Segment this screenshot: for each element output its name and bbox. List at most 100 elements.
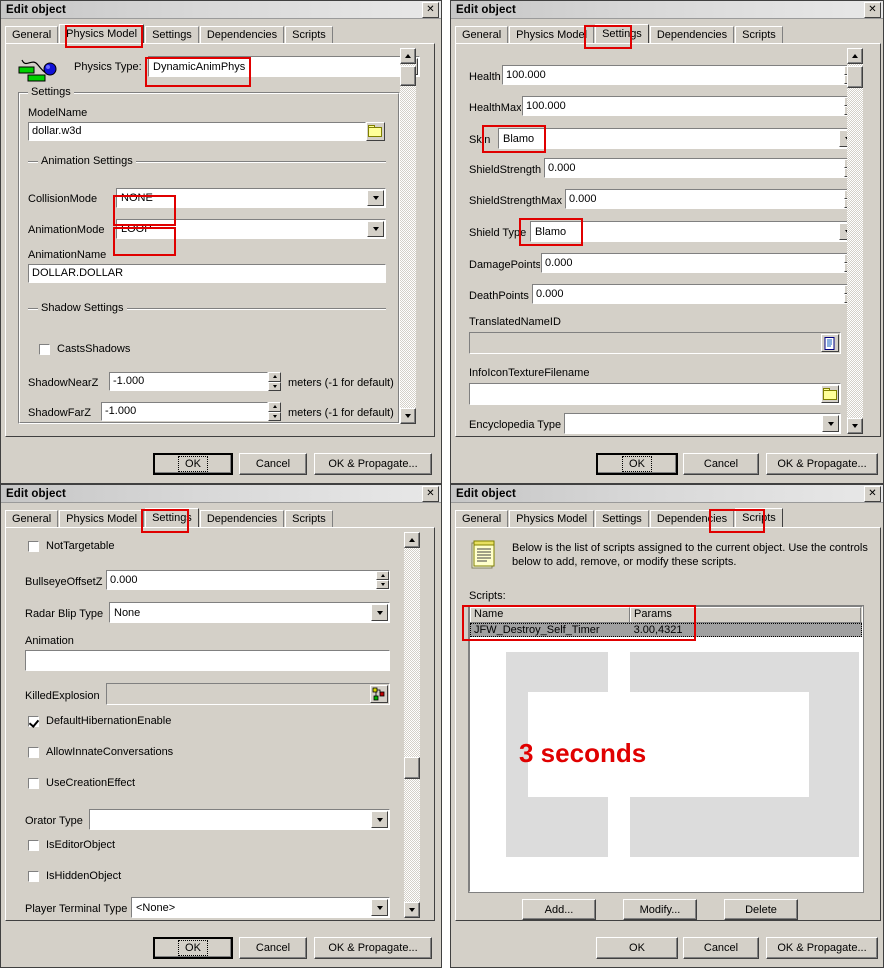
bullseye-spinner[interactable] bbox=[376, 571, 389, 589]
spinner-down[interactable] bbox=[376, 580, 389, 589]
defaulthibernation-checkbox[interactable]: DefaultHibernationEnable bbox=[27, 714, 171, 728]
table-row[interactable]: JFW_Destroy_Self_Timer 3.00,4321 bbox=[470, 623, 862, 637]
translatednameid-picker-button[interactable] bbox=[821, 334, 839, 352]
ok-propagate-button[interactable]: OK & Propagate... bbox=[314, 453, 432, 475]
scroll-down-button[interactable] bbox=[400, 408, 416, 424]
scrollbar-thumb[interactable] bbox=[404, 757, 420, 779]
scroll-down-button[interactable] bbox=[404, 902, 420, 918]
cancel-button[interactable]: Cancel bbox=[239, 937, 307, 959]
chevron-down-icon[interactable] bbox=[367, 190, 384, 206]
content-scrollbar[interactable] bbox=[404, 532, 420, 918]
ok-button[interactable]: OK bbox=[596, 937, 678, 959]
ok-button[interactable]: OK bbox=[596, 453, 678, 475]
animationmode-combo[interactable]: LOOP bbox=[116, 219, 386, 239]
healthmax-input[interactable]: 100.000 bbox=[521, 95, 859, 117]
animationname-input[interactable]: DOLLAR.DOLLAR bbox=[27, 263, 387, 284]
killedexplosion-input[interactable] bbox=[105, 682, 391, 706]
tab-dependencies[interactable]: Dependencies bbox=[199, 510, 285, 527]
bullseye-input[interactable]: 0.000 bbox=[105, 569, 391, 591]
modelname-browse-button[interactable] bbox=[366, 122, 385, 141]
tab-general[interactable]: General bbox=[455, 510, 509, 527]
shadowfarz-spinner[interactable] bbox=[268, 402, 281, 421]
orator-combo[interactable] bbox=[89, 809, 390, 830]
ok-propagate-button[interactable]: OK & Propagate... bbox=[766, 453, 878, 475]
cancel-button[interactable]: Cancel bbox=[239, 453, 307, 475]
scroll-up-button[interactable] bbox=[400, 48, 416, 64]
shadownearz-spinner[interactable] bbox=[268, 372, 281, 391]
tab-dependencies[interactable]: Dependencies bbox=[199, 26, 285, 43]
spinner-up[interactable] bbox=[268, 402, 281, 412]
close-icon[interactable]: ✕ bbox=[422, 1, 439, 18]
tab-settings[interactable]: Settings bbox=[145, 26, 199, 43]
tab-physics-model[interactable]: Physics Model bbox=[509, 510, 595, 527]
physics-type-combo[interactable]: DynamicAnimPhys bbox=[148, 56, 420, 77]
tab-physics-model[interactable]: Physics Model bbox=[509, 26, 595, 43]
shieldtype-combo[interactable]: Blamo bbox=[530, 221, 858, 242]
animation-input[interactable] bbox=[24, 649, 391, 672]
modify-button[interactable]: Modify... bbox=[623, 899, 697, 920]
close-icon[interactable]: ✕ bbox=[864, 1, 881, 18]
tab-dependencies[interactable]: Dependencies bbox=[649, 26, 735, 43]
shieldstrengthmax-input[interactable]: 0.000 bbox=[564, 188, 859, 210]
playerterminal-combo[interactable]: <None> bbox=[131, 897, 390, 918]
deathpoints-input[interactable]: 0.000 bbox=[531, 283, 859, 305]
iseditorobject-checkbox[interactable]: IsEditorObject bbox=[27, 838, 115, 852]
scrollbar-thumb[interactable] bbox=[847, 66, 863, 88]
allowinnateconversations-checkbox[interactable]: AllowInnateConversations bbox=[27, 745, 173, 759]
column-header-params[interactable]: Params bbox=[630, 607, 861, 622]
content-scrollbar[interactable] bbox=[400, 48, 416, 424]
tab-scripts[interactable]: Scripts bbox=[285, 510, 333, 527]
usecreationeffect-checkbox[interactable]: UseCreationEffect bbox=[27, 776, 135, 790]
cancel-button[interactable]: Cancel bbox=[683, 453, 759, 475]
spinner-up[interactable] bbox=[268, 372, 281, 382]
spinner-down[interactable] bbox=[268, 381, 281, 391]
modelname-input[interactable]: dollar.w3d bbox=[27, 121, 367, 142]
tab-general[interactable]: General bbox=[455, 26, 509, 43]
chevron-down-icon[interactable] bbox=[367, 221, 384, 237]
spinner-up[interactable] bbox=[376, 571, 389, 580]
close-icon[interactable]: ✕ bbox=[864, 485, 881, 502]
column-header-name[interactable]: Name bbox=[470, 607, 630, 622]
health-input[interactable]: 100.000 bbox=[501, 64, 859, 86]
radarblip-combo[interactable]: None bbox=[109, 602, 390, 623]
tab-general[interactable]: General bbox=[5, 510, 59, 527]
shieldstrength-input[interactable]: 0.000 bbox=[543, 157, 859, 179]
delete-button[interactable]: Delete bbox=[724, 899, 798, 920]
scroll-up-button[interactable] bbox=[847, 48, 863, 64]
scrollbar-thumb[interactable] bbox=[400, 66, 416, 86]
tab-settings[interactable]: Settings bbox=[145, 508, 199, 527]
tab-physics-model[interactable]: Physics Model bbox=[59, 24, 145, 43]
tab-general[interactable]: General bbox=[5, 26, 59, 43]
killedexplosion-picker-button[interactable] bbox=[370, 685, 388, 703]
chevron-down-icon[interactable] bbox=[822, 415, 839, 432]
shadownearz-input[interactable]: -1.000 bbox=[108, 371, 269, 392]
chevron-down-icon[interactable] bbox=[371, 811, 388, 828]
chevron-down-icon[interactable] bbox=[371, 604, 388, 621]
tab-settings[interactable]: Settings bbox=[595, 24, 649, 43]
tab-scripts[interactable]: Scripts bbox=[735, 26, 783, 43]
translatednameid-input[interactable] bbox=[468, 331, 842, 355]
tab-settings[interactable]: Settings bbox=[595, 510, 649, 527]
tab-dependencies[interactable]: Dependencies bbox=[649, 510, 735, 527]
shadowfarz-input[interactable]: -1.000 bbox=[100, 401, 269, 422]
damagepoints-input[interactable]: 0.000 bbox=[540, 252, 859, 274]
add-button[interactable]: Add... bbox=[522, 899, 596, 920]
nottargetable-checkbox[interactable]: NotTargetable bbox=[27, 539, 115, 553]
tab-physics-model[interactable]: Physics Model bbox=[59, 510, 145, 527]
tab-scripts[interactable]: Scripts bbox=[735, 508, 783, 527]
ok-propagate-button[interactable]: OK & Propagate... bbox=[314, 937, 432, 959]
spinner-down[interactable] bbox=[268, 411, 281, 421]
ishiddenobject-checkbox[interactable]: IsHiddenObject bbox=[27, 869, 121, 883]
encyclopedia-combo[interactable] bbox=[564, 413, 841, 434]
scroll-down-button[interactable] bbox=[847, 418, 863, 434]
ok-propagate-button[interactable]: OK & Propagate... bbox=[766, 937, 878, 959]
scroll-up-button[interactable] bbox=[404, 532, 420, 548]
castsshadows-checkbox[interactable]: CastsShadows bbox=[38, 342, 130, 356]
infoicon-browse-button[interactable] bbox=[821, 385, 839, 403]
chevron-down-icon[interactable] bbox=[371, 899, 388, 916]
ok-button[interactable]: OK bbox=[153, 453, 233, 475]
content-scrollbar[interactable] bbox=[847, 48, 863, 434]
cancel-button[interactable]: Cancel bbox=[683, 937, 759, 959]
tab-scripts[interactable]: Scripts bbox=[285, 26, 333, 43]
skin-combo[interactable]: Blamo bbox=[498, 128, 858, 149]
